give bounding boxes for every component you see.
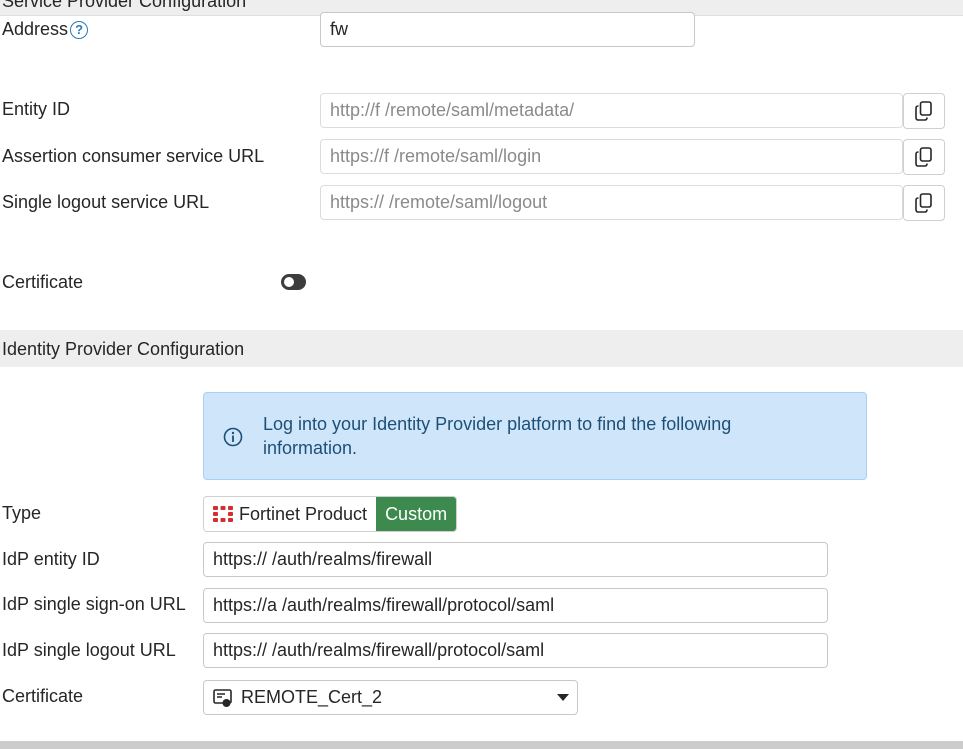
info-message-text: Log into your Identity Provider platform… xyxy=(263,414,732,458)
type-selector: Fortinet Product Custom xyxy=(203,496,458,532)
acs-url-value: https://f /remote/saml/login xyxy=(330,146,542,166)
slo-url-field[interactable]: https:// /remote/saml/logout xyxy=(320,185,903,220)
idp-slo-url-value: https:// /auth/realms/firewall/protocol/… xyxy=(213,640,545,660)
slo-url-label: Single logout service URL xyxy=(2,192,210,212)
idp-certificate-label: Certificate xyxy=(2,686,84,706)
help-icon[interactable]: ? xyxy=(70,20,89,39)
certificate-icon xyxy=(213,688,232,707)
toggle-knob xyxy=(284,277,294,287)
idp-sso-url-input[interactable]: https://a /auth/realms/firewall/protocol… xyxy=(203,588,828,623)
idp-certificate-value: REMOTE_Cert_2 xyxy=(241,687,383,707)
address-label-text: Address xyxy=(2,19,69,39)
idp-slo-url-label: IdP single logout URL xyxy=(2,640,176,660)
acs-url-field[interactable]: https://f /remote/saml/login xyxy=(320,139,903,174)
section-title: Identity Provider Configuration xyxy=(2,339,245,359)
type-option-custom[interactable]: Custom xyxy=(376,497,457,531)
info-message-box: Log into your Identity Provider platform… xyxy=(203,392,867,480)
sp-certificate-toggle[interactable] xyxy=(281,274,306,290)
idp-certificate-select[interactable]: REMOTE_Cert_2 xyxy=(203,680,578,715)
sp-certificate-label: Certificate xyxy=(2,272,84,292)
identity-provider-section-header: Identity Provider Configuration xyxy=(0,330,963,367)
type-option-fortinet-product[interactable]: Fortinet Product xyxy=(204,497,377,531)
copy-icon xyxy=(915,147,932,167)
section-title: Service Provider Configuration xyxy=(2,0,247,11)
bottom-footer-bar xyxy=(0,741,963,749)
address-label: Address? xyxy=(2,19,89,40)
type-option-custom-label: Custom xyxy=(385,503,448,524)
type-option-fortinet-label: Fortinet Product xyxy=(239,503,368,524)
fortinet-logo-icon xyxy=(213,506,233,522)
idp-entity-id-input[interactable]: https:// /auth/realms/firewall xyxy=(203,542,828,577)
address-value: fw xyxy=(330,19,348,39)
idp-slo-url-input[interactable]: https:// /auth/realms/firewall/protocol/… xyxy=(203,633,828,668)
entity-id-label: Entity ID xyxy=(2,99,71,119)
copy-icon xyxy=(915,101,932,121)
idp-entity-id-label: IdP entity ID xyxy=(2,549,100,569)
slo-url-value: https:// /remote/saml/logout xyxy=(330,192,548,212)
type-label: Type xyxy=(2,503,42,523)
acs-url-label: Assertion consumer service URL xyxy=(2,146,265,166)
entity-id-value: http://f /remote/saml/metadata/ xyxy=(330,100,575,120)
entity-id-field[interactable]: http://f /remote/saml/metadata/ xyxy=(320,93,903,128)
copy-acs-url-button[interactable] xyxy=(903,139,945,175)
copy-icon xyxy=(915,193,932,213)
info-icon xyxy=(223,427,243,447)
chevron-down-icon xyxy=(557,694,569,701)
idp-sso-url-label: IdP single sign-on URL xyxy=(2,594,186,614)
copy-entity-id-button[interactable] xyxy=(903,93,945,129)
copy-slo-url-button[interactable] xyxy=(903,185,945,221)
idp-entity-id-value: https:// /auth/realms/firewall xyxy=(213,549,433,569)
idp-sso-url-value: https://a /auth/realms/firewall/protocol… xyxy=(213,595,555,615)
address-input[interactable]: fw xyxy=(320,12,695,47)
